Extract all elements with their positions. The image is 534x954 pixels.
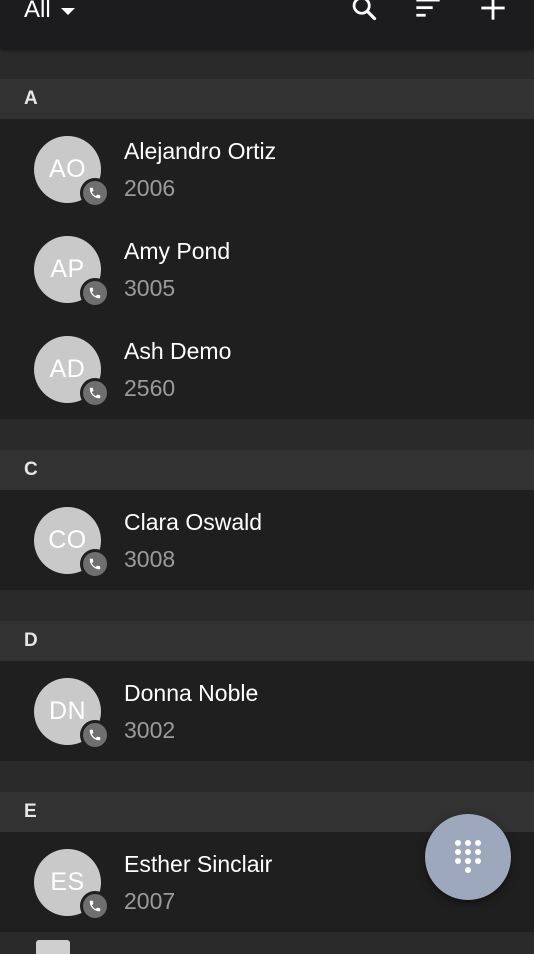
avatar: AP xyxy=(34,236,110,308)
sort-icon[interactable] xyxy=(412,0,444,24)
section-spacer xyxy=(0,419,534,450)
phone-icon xyxy=(80,720,110,750)
phone-icon xyxy=(80,891,110,921)
contact-row[interactable]: DN Donna Noble 3002 xyxy=(0,661,534,761)
section-spacer xyxy=(0,48,534,79)
section-body: AO Alejandro Ortiz 2006 AP Amy Pond 3005 AD Ash… xyxy=(0,119,534,419)
avatar-initials: DN xyxy=(48,697,87,725)
phone-icon xyxy=(80,278,110,308)
section-header-c: C xyxy=(0,450,534,490)
contact-extension: 2006 xyxy=(124,175,176,201)
filter-dropdown[interactable]: All xyxy=(24,0,75,26)
avatar: CO xyxy=(34,507,110,579)
section-header-d: D xyxy=(0,621,534,661)
contact-row[interactable]: AO Alejandro Ortiz 2006 xyxy=(0,119,534,219)
contact-name: Alejandro Ortiz xyxy=(124,138,277,164)
contact-extension: 2007 xyxy=(124,888,176,914)
contact-row[interactable]: AP Amy Pond 3005 xyxy=(0,219,534,319)
avatar: ES xyxy=(34,849,110,921)
avatar: AD xyxy=(34,336,110,408)
contact-extension: 3008 xyxy=(124,546,176,572)
dialpad-button[interactable] xyxy=(425,814,511,900)
section-header-a: A xyxy=(0,79,534,119)
top-app-bar: All xyxy=(0,0,534,48)
contact-name: Clara Oswald xyxy=(124,509,263,535)
phone-icon xyxy=(80,178,110,208)
section-spacer xyxy=(0,590,534,621)
avatar: DN xyxy=(34,678,110,750)
chevron-down-icon xyxy=(60,7,75,15)
avatar: AO xyxy=(34,136,110,208)
avatar-initials: CO xyxy=(48,526,87,554)
dialpad-icon xyxy=(455,840,481,873)
contact-extension: 2560 xyxy=(124,375,176,401)
contacts-tab-icon[interactable] xyxy=(36,940,70,954)
contact-row[interactable]: AD Ash Demo 2560 xyxy=(0,319,534,419)
contact-extension: 3002 xyxy=(124,717,176,743)
contact-name: Amy Pond xyxy=(124,238,231,264)
contact-extension: 3005 xyxy=(124,275,176,301)
phone-icon xyxy=(80,549,110,579)
contact-name: Ash Demo xyxy=(124,338,232,364)
contact-name: Esther Sinclair xyxy=(124,851,273,877)
search-icon[interactable] xyxy=(348,0,380,24)
avatar-initials: AD xyxy=(49,355,86,383)
add-icon[interactable] xyxy=(477,0,509,24)
avatar-initials: AP xyxy=(50,255,85,283)
section-body: CO Clara Oswald 3008 xyxy=(0,490,534,590)
section-spacer xyxy=(0,761,534,792)
contact-row[interactable]: CO Clara Oswald 3008 xyxy=(0,490,534,590)
filter-label: All xyxy=(24,0,51,23)
avatar-initials: ES xyxy=(50,868,85,896)
section-body: DN Donna Noble 3002 xyxy=(0,661,534,761)
avatar-initials: AO xyxy=(48,155,87,183)
phone-icon xyxy=(80,378,110,408)
contact-name: Donna Noble xyxy=(124,680,259,706)
contact-list: A AO Alejandro Ortiz 2006 AP Amy Pond 3005 AD As… xyxy=(0,48,534,932)
